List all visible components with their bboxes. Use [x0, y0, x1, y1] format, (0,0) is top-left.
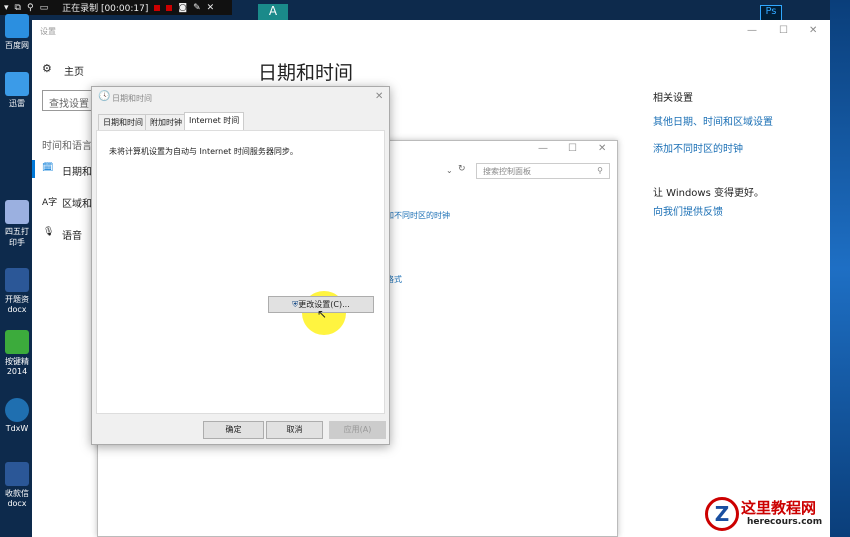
- date-time-dialog: 🕓 日期和时间 ✕ 日期和时间 附加时钟 Internet 时间 未将计算机设置…: [91, 86, 390, 445]
- refresh-icon[interactable]: ↻: [458, 164, 466, 174]
- desktop-icon[interactable]: 四五打印手: [2, 200, 32, 248]
- desktop-icon[interactable]: TdxW: [2, 398, 32, 433]
- minimize-button[interactable]: —: [538, 143, 548, 154]
- desktop-icon[interactable]: 迅雷: [2, 72, 32, 109]
- page-title: 日期和时间: [258, 62, 354, 84]
- menu-icon[interactable]: ▾: [4, 3, 9, 13]
- feedback-link[interactable]: 向我们提供反馈: [653, 203, 723, 218]
- apply-button[interactable]: 应用(A): [329, 421, 386, 439]
- search-icon: ⚲: [597, 166, 603, 175]
- nav-speech[interactable]: 语音: [62, 227, 82, 242]
- close-button[interactable]: ✕: [375, 91, 383, 102]
- improve-title: 让 Windows 变得更好。: [653, 188, 764, 199]
- watermark-url: herecours.com: [747, 517, 823, 527]
- cancel-button[interactable]: 取消: [266, 421, 323, 439]
- search-icon[interactable]: ⚲: [27, 3, 34, 13]
- tab-internet-time[interactable]: Internet 时间: [184, 112, 245, 130]
- recorder-toolbar: ▾ ⧉ ⚲ ▭ 正在录制 [00:00:17] ◙ ✎ ✕: [0, 0, 232, 15]
- add-clocks-link[interactable]: 添加不同时区的时钟: [653, 140, 743, 155]
- nav-home[interactable]: 主页: [64, 63, 84, 78]
- region-icon[interactable]: ▭: [40, 3, 49, 13]
- microphone-icon: 🎙: [43, 227, 55, 237]
- wallpaper: [830, 0, 850, 537]
- close-icon[interactable]: ✕: [207, 3, 215, 13]
- photoshop-icon[interactable]: Ps: [760, 5, 782, 21]
- maximize-button[interactable]: ☐: [568, 143, 577, 154]
- calendar-icon: 🗓: [42, 163, 54, 173]
- tab-date-time[interactable]: 日期和时间: [98, 114, 148, 130]
- clock-icon: 🕓: [98, 91, 111, 102]
- chevron-down-icon[interactable]: ⌄: [446, 166, 453, 175]
- desktop-icon[interactable]: 按键精2014: [2, 330, 32, 376]
- minimize-button[interactable]: —: [747, 25, 757, 36]
- control-panel-search[interactable]: 搜索控制面板 ⚲: [476, 163, 610, 179]
- restore-icon[interactable]: ⧉: [15, 3, 21, 13]
- other-settings-link[interactable]: 其他日期、时间和区域设置: [653, 113, 773, 128]
- recording-status: 正在录制 [00:00:17]: [62, 4, 149, 14]
- watermark-logo: Z: [705, 497, 739, 531]
- tab-panel: 未将计算机设置为自动与 Internet 时间服务器同步。 ⛨更改设置(C)..…: [96, 130, 385, 414]
- dialog-title: 日期和时间: [112, 94, 152, 103]
- maximize-button[interactable]: ☐: [779, 25, 788, 36]
- ok-button[interactable]: 确定: [203, 421, 264, 439]
- cursor-icon: ↖: [317, 307, 328, 321]
- desktop-icon[interactable]: 百度网: [2, 14, 32, 51]
- tab-additional-clocks[interactable]: 附加时钟: [145, 114, 187, 130]
- window-title: 设置: [40, 27, 56, 36]
- watermark: Z 这里教程网 herecours.com: [705, 495, 845, 535]
- active-indicator: [32, 160, 35, 178]
- stop-icon[interactable]: [166, 4, 173, 11]
- related-title: 相关设置: [653, 93, 693, 104]
- region-icon: A字: [42, 198, 58, 208]
- search-placeholder: 搜索控制面板: [483, 167, 531, 176]
- camera-icon[interactable]: ◙: [178, 3, 187, 13]
- close-button[interactable]: ✕: [598, 143, 606, 154]
- pen-icon[interactable]: ✎: [193, 3, 201, 13]
- section-label: 时间和语言: [42, 141, 92, 152]
- sync-message: 未将计算机设置为自动与 Internet 时间服务器同步。: [109, 147, 298, 156]
- desktop-icon[interactable]: 收款信docx: [2, 462, 32, 508]
- watermark-name: 这里教程网: [741, 499, 817, 517]
- desktop-icon[interactable]: 开题资docx: [2, 268, 32, 314]
- pause-icon[interactable]: [154, 4, 161, 11]
- close-button[interactable]: ✕: [809, 25, 817, 36]
- gear-icon: ⚙: [42, 62, 52, 75]
